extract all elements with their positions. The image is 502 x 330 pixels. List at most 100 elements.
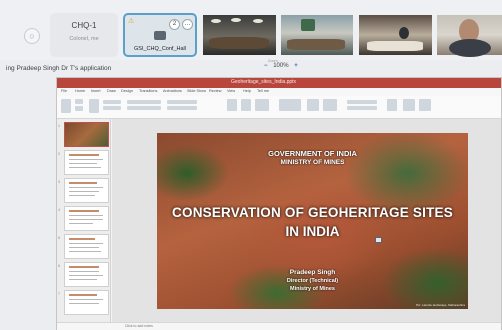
participant-subtitle: Colonel, me (69, 36, 99, 42)
wall-screen (301, 19, 315, 31)
video-tile-conference-room-3[interactable] (359, 15, 432, 55)
mouse-cursor-icon (375, 237, 382, 243)
tab-insert[interactable]: Insert (91, 89, 101, 93)
ppt-titlebar: Geoheritage_sites_India.pptx (57, 78, 501, 93)
participant-name: GSI_CHQ_Conf_Hall (134, 46, 186, 52)
slide-thumbnail[interactable] (64, 178, 109, 203)
paste-icon[interactable] (61, 99, 71, 113)
tab-review[interactable]: Review (209, 89, 221, 93)
shapes-gallery[interactable] (279, 99, 301, 111)
current-slide[interactable]: GOVERNMENT OF INDIA MINISTRY OF MINES CO… (157, 133, 468, 309)
video-tile-participant[interactable] (437, 15, 502, 57)
thumbnail-text-line (69, 191, 99, 192)
slide-presenter-role: Director (Technical) (286, 278, 339, 284)
tab-help[interactable]: Help (243, 89, 251, 93)
tab-tell-me[interactable]: Tell me (257, 89, 269, 93)
conference-table (367, 41, 423, 51)
copy-icon[interactable] (75, 106, 83, 111)
text-direction-icon[interactable] (227, 99, 237, 111)
thumbnail-text-line (69, 279, 97, 280)
conference-table (287, 39, 345, 50)
thumbnail-text-line (69, 195, 95, 196)
tab-draw[interactable]: Draw (107, 89, 116, 93)
room-device-icon (154, 31, 166, 40)
font-select[interactable] (127, 100, 161, 104)
zoom-level: 100% (273, 63, 289, 69)
slide-thumbnail[interactable] (64, 262, 109, 287)
reset-button[interactable] (103, 106, 121, 110)
participant-name: CHQ-1 (71, 21, 97, 30)
layout-button[interactable] (103, 100, 121, 104)
shape-outline-button[interactable] (347, 106, 377, 110)
thumbnail-number: 5 (58, 236, 60, 240)
participant-tile-conf-hall[interactable]: ⚠ 2 … GSI_CHQ_Conf_Hall (123, 13, 197, 57)
quick-access-toolbar (63, 80, 123, 93)
zoom-out-button[interactable]: − (264, 63, 268, 69)
thumbnail-number: 6 (58, 264, 60, 268)
tab-slide-show[interactable]: Slide Show (187, 89, 206, 93)
thumbnail-text-line (69, 299, 103, 300)
slide-thumbnail[interactable] (64, 122, 109, 147)
align-text-icon[interactable] (241, 99, 251, 111)
participant-strip: ○ CHQ-1 Colonel, me ⚠ 2 … GSI_CHQ_Conf_H… (0, 0, 502, 60)
dictate-icon[interactable] (403, 99, 415, 111)
thumbnail-text-line (69, 215, 103, 216)
thumbnail-title-line (69, 294, 97, 296)
designer-icon[interactable] (419, 99, 431, 111)
cut-icon[interactable] (75, 99, 83, 104)
thumbnail-title-line (69, 210, 99, 212)
more-options-icon[interactable]: … (182, 19, 193, 30)
notes-status-bar: Click to add notes (57, 322, 501, 330)
slide-thumbnail[interactable] (64, 290, 109, 315)
thumbnail-text-line (69, 187, 103, 188)
find-icon[interactable] (387, 99, 397, 111)
tab-home[interactable]: Home (75, 89, 85, 93)
conference-table (209, 37, 269, 49)
tab-animations[interactable]: Animations (163, 89, 182, 93)
paragraph-buttons[interactable] (167, 100, 197, 104)
tab-design[interactable]: Design (121, 89, 133, 93)
new-slide-icon[interactable] (89, 99, 99, 113)
tab-file[interactable]: File (61, 89, 67, 93)
thumbnail-text-line (69, 219, 103, 220)
participant-tile-chq1[interactable]: CHQ-1 Colonel, me (50, 13, 118, 57)
video-tile-conference-room-1[interactable] (203, 15, 276, 55)
zoom-control: − 100% + (260, 63, 302, 69)
participant-body (449, 39, 491, 57)
ribbon-tabs: File Home Insert Draw Design Transitions… (57, 88, 501, 96)
thumbnail-text-line (69, 275, 103, 276)
smartart-icon[interactable] (255, 99, 269, 111)
slide-thumbnail[interactable] (64, 150, 109, 175)
tab-transitions[interactable]: Transitions (139, 89, 157, 93)
participant-count-badge[interactable]: 2 (169, 19, 180, 30)
slide-presenter-org: Ministry of Mines (290, 286, 335, 292)
thumbnail-title-line (69, 154, 99, 156)
view-buttons[interactable] (403, 325, 493, 328)
thumbnail-text-line (69, 247, 99, 248)
font-format-buttons[interactable] (127, 106, 161, 110)
slide-thumbnail[interactable] (64, 234, 109, 259)
ceiling-light (211, 19, 221, 23)
thumbnail-text-line (69, 251, 101, 252)
participant-silhouette (399, 27, 409, 39)
slide-org-line2: MINISTRY OF MINES (280, 159, 345, 166)
video-tile-conference-room-2[interactable] (281, 15, 353, 55)
warning-icon: ⚠ (128, 18, 135, 25)
shape-fill-button[interactable] (347, 100, 377, 104)
arrange-icon[interactable] (307, 99, 319, 111)
presenter-label: ing Pradeep Singh Dr T's application (6, 65, 112, 72)
tab-view[interactable]: View (227, 89, 235, 93)
zoom-in-button[interactable]: + (294, 63, 298, 69)
slide-thumbnail[interactable] (64, 206, 109, 231)
slide-presenter-name: Pradeep Singh (289, 269, 336, 276)
ribbon (57, 96, 501, 119)
quick-styles-icon[interactable] (323, 99, 337, 111)
thumbnail-number: 3 (58, 180, 60, 184)
notes-placeholder[interactable]: Click to add notes (125, 324, 153, 328)
thumbnail-number: 1 (58, 124, 60, 128)
thumbnail-text-line (69, 223, 93, 224)
thumbnail-number: 7 (58, 292, 60, 296)
alignment-buttons[interactable] (167, 106, 197, 110)
strip-previous-button[interactable]: ○ (24, 28, 40, 44)
slide-title-line2: IN INDIA (285, 224, 340, 239)
